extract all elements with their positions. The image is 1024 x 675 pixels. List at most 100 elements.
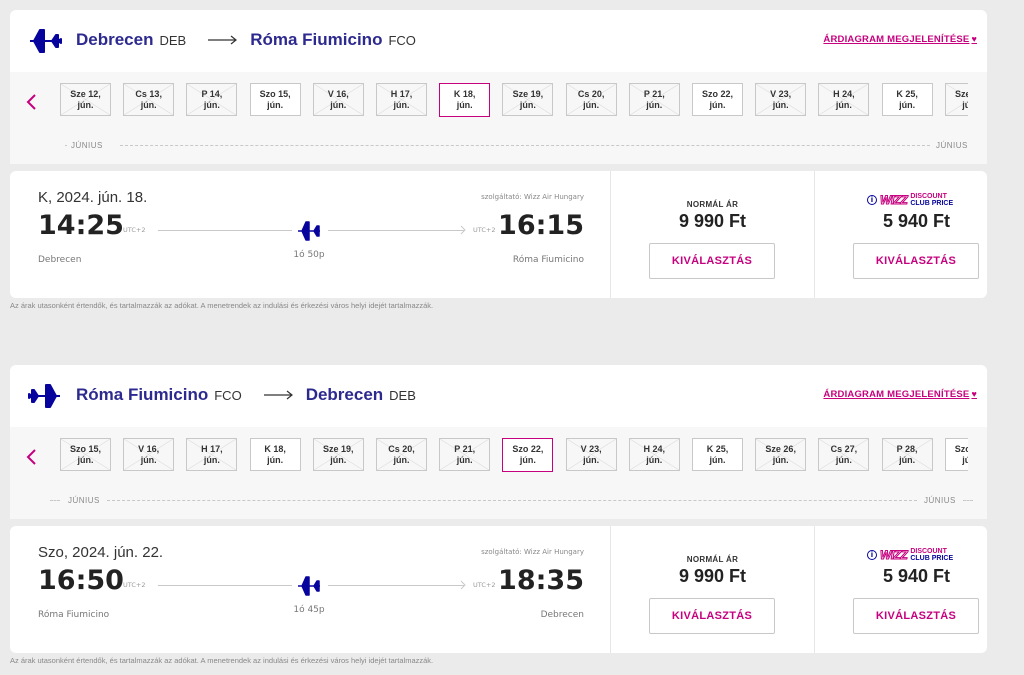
arrival-time: 18:35 bbox=[498, 565, 584, 596]
normal-price-value: 9 990 Ft bbox=[678, 566, 747, 586]
info-icon[interactable]: i bbox=[867, 550, 877, 560]
month-label: jún. bbox=[267, 100, 284, 110]
flight-date: K, 2024. jún. 18. bbox=[38, 189, 148, 206]
discount-label: DISCOUNT bbox=[910, 548, 947, 555]
day-option[interactable]: Szo 22, jún. bbox=[692, 83, 743, 116]
month-label: jún. bbox=[583, 455, 600, 465]
month-label: jún. bbox=[267, 455, 284, 465]
day-option[interactable]: K 25, jún. bbox=[692, 438, 743, 471]
month-label: jún. bbox=[203, 100, 220, 110]
day-option[interactable]: Szo 22, jún. bbox=[502, 438, 554, 472]
price-chart-link[interactable]: ÁRDIAGRAM MEGJELENÍTÉSE ♥ bbox=[823, 34, 977, 45]
prev-dates-chevron-icon[interactable] bbox=[22, 445, 42, 469]
wizz-logo: WIZZ bbox=[879, 548, 908, 563]
month-label: jún. bbox=[77, 100, 94, 110]
day-label: Sze 19, bbox=[512, 89, 544, 99]
arrival-city: Róma Fiumicino bbox=[512, 255, 584, 265]
heart-icon: ♥ bbox=[971, 389, 977, 399]
day-option[interactable]: K 18, jún. bbox=[249, 438, 301, 471]
month-label: jún. bbox=[583, 100, 600, 110]
day-label: H 17, bbox=[390, 89, 413, 99]
day-option[interactable]: K 18, jún. bbox=[439, 83, 491, 117]
heart-icon: ♥ bbox=[971, 34, 977, 44]
plane-icon bbox=[298, 221, 320, 241]
date-selector: Sze 12, jún. Cs 13, jún. P 14, jún. Szo 15, jún… bbox=[10, 72, 987, 164]
origin-city: Róma Fiumicino bbox=[76, 385, 209, 404]
month-divider bbox=[107, 500, 917, 501]
month-label: jún. bbox=[962, 100, 968, 110]
select-normal-button[interactable]: KIVÁLASZTÁS bbox=[649, 243, 775, 279]
day-option: P 21, jún. bbox=[439, 438, 491, 471]
next-dates-chevron-icon[interactable] bbox=[982, 445, 987, 469]
month-label: jún. bbox=[646, 455, 663, 465]
month-label: jún. bbox=[835, 100, 852, 110]
club-price-value: 5 940 Ft bbox=[882, 566, 951, 586]
prev-dates-chevron-icon[interactable] bbox=[22, 90, 42, 114]
normal-price-box: NORMÁL ÁR 9 990 Ft KIVÁLASZTÁS bbox=[610, 526, 813, 653]
departure-time: 14:25 bbox=[38, 210, 124, 241]
month-label: jún. bbox=[899, 455, 916, 465]
route-title: Debrecen DEB Róma Fiumicino FCO bbox=[76, 30, 416, 50]
month-label: jún. bbox=[519, 455, 536, 465]
month-label-end: JÚNIUS bbox=[936, 141, 968, 150]
select-club-button[interactable]: KIVÁLASZTÁS bbox=[853, 598, 979, 634]
day-label: Sze 19, bbox=[323, 444, 354, 454]
month-label: jún. bbox=[393, 455, 410, 465]
day-option: Sze 19, jún. bbox=[312, 438, 364, 471]
month-label: jún. bbox=[330, 100, 347, 110]
day-option: Sze 26,jún. bbox=[755, 438, 807, 471]
disclaimer: Az árak utasonként értendők, és tartalma… bbox=[10, 656, 434, 665]
day-label: V 23, bbox=[580, 444, 602, 454]
day-option: Sze 26,jún. bbox=[944, 83, 968, 116]
departure-utc: UTC+2 bbox=[123, 226, 146, 234]
month-divider bbox=[65, 145, 67, 146]
day-label: P 21, bbox=[454, 444, 476, 454]
day-option: P 14, jún. bbox=[186, 83, 238, 116]
next-dates-chevron-icon[interactable] bbox=[982, 90, 987, 114]
day-option: V 16, jún. bbox=[123, 438, 175, 471]
operator-label: szolgáltató: Wizz Air Hungary bbox=[481, 193, 584, 201]
outbound-flight-card: K, 2024. jún. 18. szolgáltató: Wizz Air … bbox=[10, 171, 987, 298]
month-label: jún. bbox=[835, 455, 852, 465]
route-arrow-icon bbox=[208, 35, 238, 45]
normal-price-label: NORMÁL ÁR bbox=[686, 555, 739, 564]
info-icon[interactable]: i bbox=[867, 195, 877, 205]
month-label: jún. bbox=[519, 100, 536, 110]
day-label: Sze 12, bbox=[70, 89, 101, 99]
club-price-value: 5 940 Ft bbox=[882, 211, 951, 231]
month-divider bbox=[50, 500, 60, 501]
return-header: Róma Fiumicino FCO Debrecen DEB ÁRDIAGRA… bbox=[10, 365, 987, 427]
normal-price-value: 9 990 Ft bbox=[678, 211, 747, 231]
day-label: Szo 15, bbox=[259, 89, 291, 99]
route-title: Róma Fiumicino FCO Debrecen DEB bbox=[76, 385, 416, 405]
day-label: Sze 26, bbox=[955, 89, 968, 99]
day-option: H 17, jún. bbox=[376, 83, 427, 116]
day-option[interactable]: Szo 15, jún. bbox=[249, 83, 301, 116]
select-club-button[interactable]: KIVÁLASZTÁS bbox=[853, 243, 979, 279]
day-option: Cs 20, jún. bbox=[565, 83, 617, 116]
discount-club-text: DISCOUNT CLUB PRICE bbox=[910, 548, 953, 562]
day-option[interactable]: Szo 29,jún. bbox=[944, 438, 968, 471]
discount-club-text: DISCOUNT CLUB PRICE bbox=[910, 193, 953, 207]
day-option: Sze 12, jún. bbox=[60, 83, 111, 116]
day-label: P 28, bbox=[896, 444, 918, 454]
day-list: Szo 15, jún. V 16, jún. H 17, jún. K 18, jún. Sz… bbox=[60, 438, 968, 472]
month-label-start: JÚNIUS bbox=[68, 496, 100, 505]
price-chart-link[interactable]: ÁRDIAGRAM MEGJELENÍTÉSE ♥ bbox=[823, 389, 977, 400]
day-label: Sze 26, bbox=[765, 444, 796, 454]
flight-line bbox=[328, 585, 464, 586]
price-chart-link-label: ÁRDIAGRAM MEGJELENÍTÉSE bbox=[823, 34, 970, 45]
select-normal-button[interactable]: KIVÁLASZTÁS bbox=[649, 598, 775, 634]
month-label: jún. bbox=[646, 100, 663, 110]
month-label: jún. bbox=[772, 455, 789, 465]
day-label: Szo 29, bbox=[954, 444, 968, 454]
arrival-city: Debrecen bbox=[540, 610, 584, 620]
day-label: Cs 13, bbox=[135, 89, 162, 99]
day-label: V 23, bbox=[770, 89, 792, 99]
departure-time: 16:50 bbox=[38, 565, 124, 596]
club-price-box: i WIZZ DISCOUNT CLUB PRICE 5 940 Ft KIVÁL… bbox=[814, 171, 987, 298]
departure-city: Róma Fiumicino bbox=[38, 610, 110, 620]
origin-city: Debrecen bbox=[76, 30, 154, 49]
month-label: jún. bbox=[140, 455, 157, 465]
day-option[interactable]: K 25, jún. bbox=[881, 83, 933, 116]
